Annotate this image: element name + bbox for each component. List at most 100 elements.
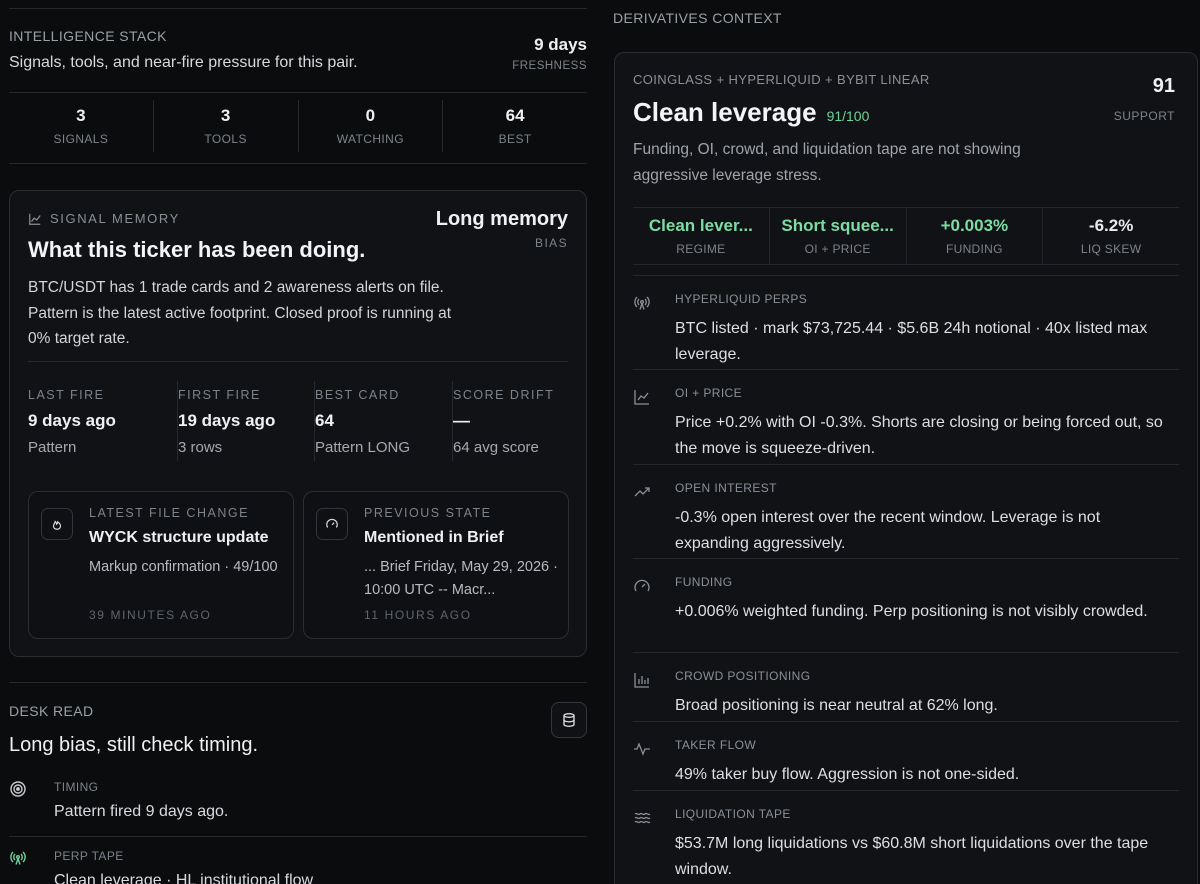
memory-stat-value: 64 bbox=[315, 411, 334, 430]
trending-up-icon bbox=[633, 483, 651, 501]
card-title: Mentioned in Brief bbox=[364, 529, 504, 546]
stat-label: FUNDING bbox=[945, 242, 1003, 256]
derivatives-stats: Clean lever... REGIME Short squee... OI … bbox=[633, 207, 1179, 265]
row-key: OPEN INTEREST bbox=[675, 481, 777, 495]
bias-label: BIAS bbox=[535, 236, 568, 250]
card-timestamp: 11 HOURS AGO bbox=[364, 608, 472, 622]
previous-state-card[interactable]: PREVIOUS STATE Mentioned in Brief ... Br… bbox=[303, 491, 569, 639]
row-key: TAKER FLOW bbox=[675, 738, 757, 752]
memory-stat-value: 19 days ago bbox=[178, 411, 276, 430]
card-title: WYCK structure update bbox=[89, 529, 269, 546]
card-kicker: PREVIOUS STATE bbox=[364, 506, 492, 520]
card-kicker: LATEST FILE CHANGE bbox=[89, 506, 249, 520]
freshness-label: FRESHNESS bbox=[512, 60, 587, 72]
database-button[interactable] bbox=[551, 702, 587, 738]
stat-oi-price: Short squee... OI + PRICE bbox=[770, 208, 907, 264]
row-oi-price: OI + PRICE Price +0.2% with OI -0.3%. Sh… bbox=[633, 369, 1179, 464]
stat-value: 64 bbox=[505, 106, 525, 125]
divider bbox=[9, 836, 587, 837]
stat-label: LIQ SKEW bbox=[1080, 242, 1142, 256]
intel-stats: 3 SIGNALS 3 TOOLS 0 WATCHING 64 BEST bbox=[9, 100, 587, 152]
signal-memory-label: SIGNAL MEMORY bbox=[28, 211, 180, 226]
memory-stat-sub: 64 avg score bbox=[453, 439, 539, 456]
stat-signals: 3 SIGNALS bbox=[9, 100, 154, 152]
stat-value: Clean lever... bbox=[648, 216, 753, 235]
row-value: Price +0.2% with OI -0.3%. Shorts are cl… bbox=[675, 414, 1163, 457]
row-value: -0.3% open interest over the recent wind… bbox=[675, 509, 1101, 552]
row-key: HYPERLIQUID PERPS bbox=[675, 292, 808, 306]
stat-value: -6.2% bbox=[1088, 216, 1134, 235]
bar-chart-icon bbox=[633, 671, 651, 689]
memory-stat-label: LAST FIRE bbox=[28, 388, 105, 402]
row-liquidation-tape: LIQUIDATION TAPE $53.7M long liquidation… bbox=[633, 790, 1179, 884]
freshness-value: 9 days bbox=[534, 35, 587, 54]
latest-file-change-card[interactable]: LATEST FILE CHANGE WYCK structure update… bbox=[28, 491, 294, 639]
stat-value: 3 bbox=[220, 106, 231, 125]
derivatives-context-title: DERIVATIVES CONTEXT bbox=[613, 10, 782, 26]
desk-row-key: TIMING bbox=[54, 780, 99, 794]
stat-label: WATCHING bbox=[336, 132, 404, 146]
right-column: DERIVATIVES CONTEXT COINGLASS + HYPERLIQ… bbox=[613, 0, 1200, 884]
desk-row-key: PERP TAPE bbox=[54, 849, 124, 863]
intel-stack-subtitle: Signals, tools, and near-fire pressure f… bbox=[9, 54, 358, 71]
derivatives-panel: COINGLASS + HYPERLIQUID + BYBIT LINEAR C… bbox=[614, 52, 1198, 884]
derivatives-headline: Clean leverage 91/100 bbox=[633, 97, 869, 128]
card-timestamp: 39 MINUTES AGO bbox=[89, 608, 212, 622]
desk-row-value: Clean leverage · HL institutional flow bbox=[54, 872, 314, 884]
stat-label: BEST bbox=[498, 132, 532, 146]
gauge-icon bbox=[633, 577, 651, 595]
row-value: 49% taker buy flow. Aggression is not on… bbox=[675, 766, 1020, 783]
broadcast-icon bbox=[633, 294, 651, 312]
memory-stat-label: FIRST FIRE bbox=[178, 388, 261, 402]
card-description: Markup confirmation · 49/100 bbox=[89, 559, 278, 575]
signal-memory-panel: SIGNAL MEMORY What this ticker has been … bbox=[9, 190, 587, 657]
database-icon bbox=[561, 712, 577, 728]
row-taker-flow: TAKER FLOW 49% taker buy flow. Aggressio… bbox=[633, 721, 1179, 790]
stat-label: SIGNALS bbox=[53, 132, 109, 146]
memory-stat-sub: 3 rows bbox=[178, 439, 223, 456]
stat-regime: Clean lever... REGIME bbox=[633, 208, 770, 264]
stat-value: 3 bbox=[76, 106, 86, 125]
card-description: ... Brief Friday, May 29, 2026 · 10:00 U… bbox=[364, 559, 558, 598]
row-key: CROWD POSITIONING bbox=[675, 669, 811, 683]
row-value: Broad positioning is near neutral at 62%… bbox=[675, 697, 998, 714]
divider bbox=[28, 361, 568, 362]
derivatives-title: Clean leverage bbox=[633, 97, 817, 127]
row-key: LIQUIDATION TAPE bbox=[675, 807, 791, 821]
stat-label: TOOLS bbox=[204, 132, 247, 146]
line-chart-icon bbox=[633, 388, 651, 406]
memory-stat-best-card: BEST CARD 64 Pattern LONG bbox=[315, 381, 453, 461]
memory-stat-value: 9 days ago bbox=[28, 411, 116, 430]
row-value: $53.7M long liquidations vs $60.8M short… bbox=[675, 835, 1149, 878]
support-value: 91 bbox=[1152, 75, 1175, 97]
signal-memory-title: What this ticker has been doing. bbox=[28, 237, 366, 262]
stat-label: REGIME bbox=[676, 242, 726, 256]
stat-value: Short squee... bbox=[781, 216, 894, 235]
divider bbox=[9, 8, 587, 9]
pulse-icon bbox=[633, 740, 651, 758]
divider bbox=[9, 163, 587, 164]
divider bbox=[9, 92, 587, 93]
stat-liq-skew: -6.2% LIQ SKEW bbox=[1043, 208, 1179, 264]
memory-stat-score-drift: SCORE DRIFT — 64 avg score bbox=[453, 381, 568, 461]
data-sources: COINGLASS + HYPERLIQUID + BYBIT LINEAR bbox=[633, 72, 930, 87]
row-key: OI + PRICE bbox=[675, 386, 743, 400]
derivatives-description: Funding, OI, crowd, and liquidation tape… bbox=[633, 141, 1021, 184]
desk-read-title: Long bias, still check timing. bbox=[9, 734, 259, 756]
bias-value: Long memory bbox=[435, 208, 568, 230]
row-crowd-positioning: CROWD POSITIONING Broad positioning is n… bbox=[633, 652, 1179, 721]
target-icon bbox=[9, 780, 27, 798]
desk-read-label: DESK READ bbox=[9, 703, 94, 719]
desk-row-value: Pattern fired 9 days ago. bbox=[54, 803, 229, 820]
memory-stat-last-fire: LAST FIRE 9 days ago Pattern bbox=[28, 381, 178, 461]
stat-value: 0 bbox=[365, 106, 376, 125]
stat-tools: 3 TOOLS bbox=[154, 100, 299, 152]
stat-value: +0.003% bbox=[940, 216, 1009, 235]
memory-stat-label: BEST CARD bbox=[315, 388, 400, 402]
left-column: INTELLIGENCE STACK Signals, tools, and n… bbox=[9, 0, 587, 884]
row-value: BTC listed · mark $73,725.44 · $5.6B 24h… bbox=[675, 320, 1148, 363]
waves-icon bbox=[633, 809, 651, 827]
memory-stat-label: SCORE DRIFT bbox=[453, 388, 555, 402]
stat-funding: +0.003% FUNDING bbox=[907, 208, 1044, 264]
signal-memory-label-text: SIGNAL MEMORY bbox=[50, 211, 180, 226]
